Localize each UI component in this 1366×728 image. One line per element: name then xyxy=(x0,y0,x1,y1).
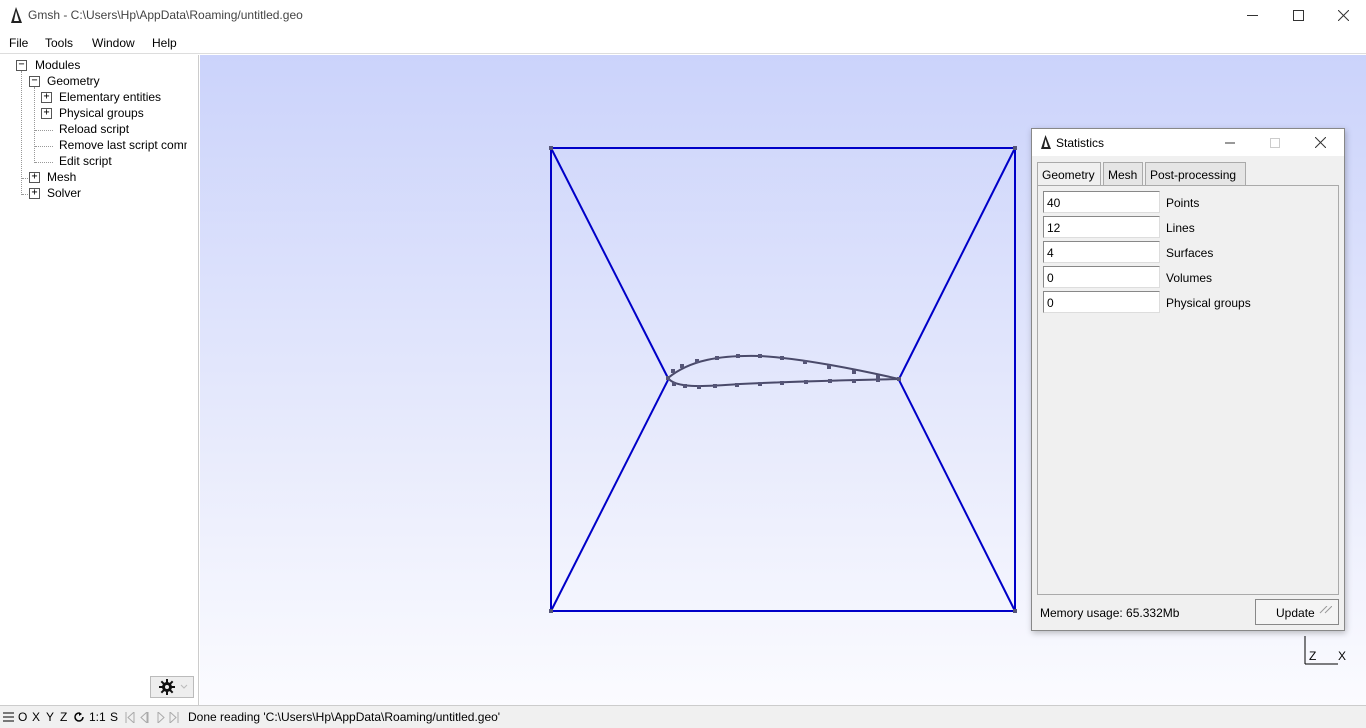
statistics-title: Statistics xyxy=(1056,136,1105,150)
update-button[interactable]: Update xyxy=(1255,599,1339,625)
tree-item-elementary-entities[interactable]: Elementary entities xyxy=(59,90,161,106)
tab-geometry[interactable]: Geometry xyxy=(1037,162,1101,187)
minimize-button[interactable] xyxy=(1229,0,1275,31)
tree-item-edit-script[interactable]: Edit script xyxy=(59,154,112,170)
resize-grip-icon xyxy=(1319,606,1332,614)
axis-x-label: X xyxy=(1338,649,1347,663)
physical-groups-label: Physical groups xyxy=(1166,296,1251,310)
gmsh-logo-icon xyxy=(11,7,22,23)
connector-line-br xyxy=(898,379,1016,612)
gmsh-logo-icon xyxy=(1041,135,1051,149)
maximize-icon xyxy=(1270,137,1280,148)
surfaces-label: Surfaces xyxy=(1166,246,1214,260)
statistics-titlebar: Statistics xyxy=(1032,129,1344,156)
outer-boundary xyxy=(550,147,1016,612)
menu-file[interactable]: File xyxy=(9,36,28,50)
close-icon xyxy=(1337,10,1349,21)
physical-groups-count-field[interactable]: 0 xyxy=(1043,291,1160,313)
tree-item-mesh[interactable]: Mesh xyxy=(47,170,76,186)
tree-expand-physical[interactable]: + xyxy=(41,108,52,119)
tab-mesh[interactable]: Mesh xyxy=(1103,162,1143,186)
tree-collapse-modules[interactable]: − xyxy=(16,60,27,71)
scale-1-1-button[interactable]: 1:1 xyxy=(89,710,106,724)
status-message: Done reading 'C:\Users\Hp\AppData\Roamin… xyxy=(188,710,501,724)
window-titlebar: Gmsh - C:\Users\Hp\AppData\Roaming/untit… xyxy=(0,0,1366,31)
memory-usage: Memory usage: 65.332Mb xyxy=(1040,606,1180,620)
tree-item-physical-groups[interactable]: Physical groups xyxy=(59,106,144,122)
gear-icon xyxy=(159,679,175,695)
view-z-button[interactable]: Z xyxy=(60,710,67,724)
connector-line-tr xyxy=(898,147,1016,380)
points-label: Points xyxy=(1166,196,1200,210)
tree-item-reload-script[interactable]: Reload script xyxy=(59,122,129,138)
stats-minimize-button[interactable] xyxy=(1208,129,1252,156)
view-x-button[interactable]: X xyxy=(32,710,40,724)
tree-collapse-geometry[interactable]: − xyxy=(29,76,40,87)
menu-window[interactable]: Window xyxy=(92,36,135,50)
tree-item-geometry[interactable]: Geometry xyxy=(47,74,100,90)
maximize-button[interactable] xyxy=(1275,0,1321,31)
stats-close-button[interactable] xyxy=(1298,129,1342,156)
window-title: Gmsh - C:\Users\Hp\AppData\Roaming/untit… xyxy=(28,8,303,22)
module-tree: − Modules − Geometry + Elementary entiti… xyxy=(0,55,199,705)
menu-lines-icon[interactable] xyxy=(3,712,14,722)
axis-z-label: Z xyxy=(1309,649,1317,663)
maximize-icon xyxy=(1292,10,1304,21)
close-button[interactable] xyxy=(1320,0,1366,31)
animation-controls-icon[interactable] xyxy=(125,712,181,723)
menu-help[interactable]: Help xyxy=(152,36,177,50)
tab-post-processing[interactable]: Post-processing xyxy=(1145,162,1246,186)
geometry-stats-panel: 40 Points 12 Lines 4 Surfaces 0 Volumes … xyxy=(1037,185,1339,595)
tree-expand-solver[interactable]: + xyxy=(29,188,40,199)
stats-maximize-button[interactable] xyxy=(1253,129,1297,156)
view-y-button[interactable]: Y xyxy=(46,710,54,724)
menu-tools[interactable]: Tools xyxy=(45,36,73,50)
volumes-count-field[interactable]: 0 xyxy=(1043,266,1160,288)
close-icon xyxy=(1314,137,1326,148)
minimize-icon xyxy=(1246,15,1258,16)
axis-gizmo: Z X xyxy=(1304,636,1364,666)
tree-expand-mesh[interactable]: + xyxy=(29,172,40,183)
points-count-field[interactable]: 40 xyxy=(1043,191,1160,213)
geometry-points xyxy=(549,146,1017,613)
menu-bar: File Tools Window Help xyxy=(0,32,1366,54)
tree-expand-elementary[interactable]: + xyxy=(41,92,52,103)
tree-item-solver[interactable]: Solver xyxy=(47,186,81,202)
view-origin-button[interactable]: O xyxy=(18,710,27,724)
options-gear-button[interactable] xyxy=(150,676,194,698)
connector-line-bl xyxy=(550,379,669,612)
dropdown-arrow-icon xyxy=(180,684,188,689)
volumes-label: Volumes xyxy=(1166,271,1213,285)
select-button[interactable]: S xyxy=(110,710,118,724)
update-button-label: Update xyxy=(1276,606,1315,620)
lines-label: Lines xyxy=(1166,221,1195,235)
tree-item-modules[interactable]: Modules xyxy=(35,58,80,74)
rotate-icon[interactable] xyxy=(73,712,85,723)
connector-line-tl xyxy=(550,147,669,379)
tree-item-remove-last-command[interactable]: Remove last script command xyxy=(59,138,187,154)
status-bar: O X Y Z 1:1 S Done reading 'C:\Users\Hp\… xyxy=(0,705,1366,728)
minimize-icon xyxy=(1225,142,1235,143)
statistics-window: Statistics Geometry Mesh Post-processing… xyxy=(1031,128,1345,631)
surfaces-count-field[interactable]: 4 xyxy=(1043,241,1160,263)
lines-count-field[interactable]: 12 xyxy=(1043,216,1160,238)
